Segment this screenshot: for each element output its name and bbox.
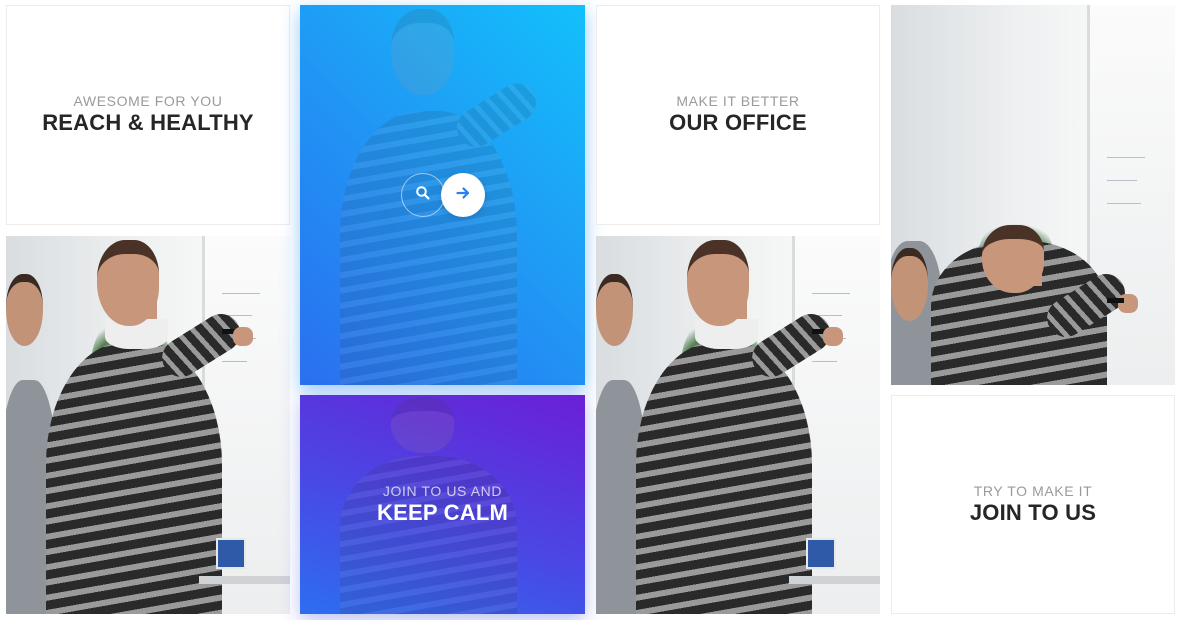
tile-subtitle: TRY TO MAKE IT <box>973 482 1093 499</box>
arrow-right-icon <box>455 185 471 206</box>
overlay-actions <box>300 5 585 385</box>
search-button[interactable] <box>400 173 445 217</box>
portfolio-tile-our-office[interactable]: MAKE IT BETTER OUR OFFICE <box>596 5 880 225</box>
tile-title: KEEP CALM <box>377 499 508 525</box>
portfolio-photo-whiteboard[interactable] <box>6 236 290 614</box>
portfolio-photo-whiteboard[interactable] <box>596 236 880 614</box>
tile-title: JOIN TO US <box>969 499 1097 525</box>
tile-title: OUR OFFICE <box>669 110 807 135</box>
portfolio-tile-join-to-us[interactable]: TRY TO MAKE IT JOIN TO US <box>891 395 1175 614</box>
portfolio-tile-keep-calm[interactable]: JOIN TO US AND KEEP CALM <box>300 395 585 614</box>
view-project-button[interactable] <box>440 173 485 217</box>
search-icon <box>415 185 431 206</box>
tile-title: REACH & HEALTHY <box>42 110 254 135</box>
tile-subtitle: MAKE IT BETTER <box>676 93 800 109</box>
portfolio-photo-whiteboard[interactable] <box>891 5 1175 385</box>
tile-subtitle: AWESOME FOR YOU <box>73 93 223 109</box>
tile-subtitle: JOIN TO US AND <box>382 482 503 499</box>
portfolio-tile-reach-healthy[interactable]: AWESOME FOR YOU REACH & HEALTHY <box>6 5 290 225</box>
portfolio-tile-hover-overlay[interactable] <box>300 5 585 385</box>
whiteboard-photo <box>6 236 290 614</box>
whiteboard-photo <box>891 5 1175 385</box>
portfolio-grid: AWESOME FOR YOU REACH & HEALTHY JOIN TO … <box>0 0 1180 620</box>
whiteboard-photo <box>596 236 880 614</box>
